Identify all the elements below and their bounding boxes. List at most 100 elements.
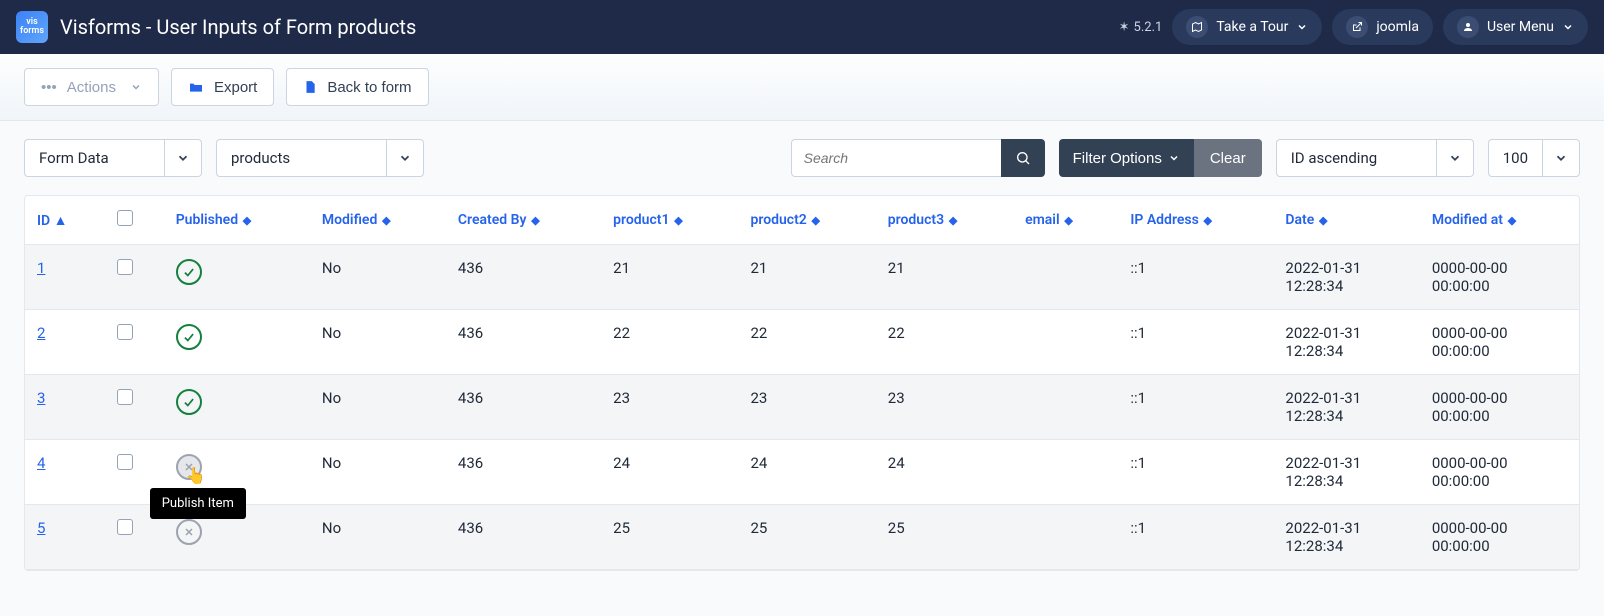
data-table: ID ▲ Published ◆ Modified ◆ Created By ◆… — [24, 195, 1580, 571]
unpublished-icon[interactable] — [176, 519, 202, 545]
cell-date: 2022-01-3112:28:34 — [1273, 375, 1419, 440]
app-logo: vis forms — [16, 11, 48, 43]
sort-select[interactable]: ID ascending — [1276, 139, 1474, 177]
chevron-down-icon — [1168, 152, 1180, 164]
published-icon[interactable] — [176, 324, 202, 350]
cell-ip: ::1 — [1118, 440, 1273, 505]
cell-product2: 25 — [738, 505, 875, 570]
cell-modified-at: 0000-00-0000:00:00 — [1420, 310, 1579, 375]
row-id-link[interactable]: 4 — [37, 454, 45, 472]
site-link-button[interactable]: joomla — [1332, 9, 1433, 45]
col-modified-at[interactable]: Modified at ◆ — [1420, 196, 1579, 245]
page-title: Visforms - User Inputs of Form products — [60, 15, 416, 39]
cell-modified-at: 0000-00-0000:00:00 — [1420, 440, 1579, 505]
cell-modified-at: 0000-00-0000:00:00 — [1420, 245, 1579, 310]
cell-created-by: 436 — [446, 375, 601, 440]
back-to-form-button[interactable]: Back to form — [286, 68, 428, 106]
version-label: ✶ 5.2.1 — [1119, 20, 1163, 35]
select-all-checkbox[interactable] — [117, 210, 133, 226]
form-select-label: products — [216, 139, 386, 177]
filter-options-button[interactable]: Filter Options — [1059, 139, 1194, 177]
cell-product1: 23 — [601, 375, 738, 440]
user-menu-button[interactable]: User Menu — [1443, 9, 1588, 45]
col-ip[interactable]: IP Address ◆ — [1118, 196, 1273, 245]
table-row: 1 No 436 21 21 21 ::1 2022-01-3112:28:34… — [25, 245, 1579, 310]
row-checkbox[interactable] — [117, 519, 133, 535]
col-published[interactable]: Published ◆ — [164, 196, 310, 245]
ellipsis-icon: ••• — [41, 79, 57, 96]
filter-bar: Form Data products Filter Options Clear … — [0, 121, 1604, 195]
sort-icon: ◆ — [1316, 214, 1327, 227]
sort-asc-icon: ▲ — [54, 213, 68, 229]
col-date[interactable]: Date ◆ — [1273, 196, 1419, 245]
cell-date: 2022-01-3112:28:34 — [1273, 245, 1419, 310]
chevron-down-icon[interactable] — [1436, 139, 1474, 177]
table-row: 3 No 436 23 23 23 ::1 2022-01-3112:28:34… — [25, 375, 1579, 440]
file-icon — [303, 79, 317, 95]
cell-modified: No — [310, 310, 446, 375]
form-select[interactable]: products — [216, 139, 424, 177]
published-icon[interactable] — [176, 259, 202, 285]
cell-email — [1013, 245, 1118, 310]
user-icon — [1457, 16, 1479, 38]
chevron-down-icon — [1296, 21, 1308, 33]
sort-icon: ◆ — [1505, 214, 1516, 227]
clear-button[interactable]: Clear — [1194, 139, 1262, 177]
col-id[interactable]: ID ▲ — [25, 196, 105, 245]
cell-created-by: 436 — [446, 505, 601, 570]
external-link-icon — [1346, 16, 1368, 38]
limit-select[interactable]: 100 — [1488, 139, 1580, 177]
cell-ip: ::1 — [1118, 375, 1273, 440]
search-group — [791, 139, 1045, 177]
cell-modified: No — [310, 245, 446, 310]
sort-icon: ◆ — [379, 214, 390, 227]
limit-select-label: 100 — [1488, 139, 1542, 177]
table-row: 2 No 436 22 22 22 ::1 2022-01-3112:28:34… — [25, 310, 1579, 375]
search-button[interactable] — [1001, 139, 1045, 177]
actions-button[interactable]: ••• Actions — [24, 68, 159, 106]
cell-product2: 23 — [738, 375, 875, 440]
cell-product1: 22 — [601, 310, 738, 375]
row-id-link[interactable]: 3 — [37, 389, 45, 407]
cell-product3: 23 — [876, 375, 1013, 440]
cell-date: 2022-01-3112:28:34 — [1273, 505, 1419, 570]
cell-email — [1013, 375, 1118, 440]
view-select[interactable]: Form Data — [24, 139, 202, 177]
cell-product3: 22 — [876, 310, 1013, 375]
row-id-link[interactable]: 2 — [37, 324, 45, 342]
chevron-down-icon[interactable] — [1542, 139, 1580, 177]
cell-modified: No — [310, 375, 446, 440]
cell-ip: ::1 — [1118, 310, 1273, 375]
sort-icon: ◆ — [1201, 214, 1212, 227]
cell-created-by: 436 — [446, 245, 601, 310]
published-icon[interactable] — [176, 389, 202, 415]
cell-email — [1013, 310, 1118, 375]
cell-modified: No — [310, 505, 446, 570]
col-email[interactable]: email ◆ — [1013, 196, 1118, 245]
sort-icon: ◆ — [672, 214, 683, 227]
chevron-down-icon[interactable] — [386, 139, 424, 177]
chevron-down-icon[interactable] — [164, 139, 202, 177]
cell-modified-at: 0000-00-0000:00:00 — [1420, 375, 1579, 440]
row-id-link[interactable]: 1 — [37, 259, 45, 277]
row-checkbox[interactable] — [117, 324, 133, 340]
topbar: vis forms Visforms - User Inputs of Form… — [0, 0, 1604, 54]
col-product2[interactable]: product2 ◆ — [738, 196, 875, 245]
table-row: 4 👆Publish Item No 436 24 24 24 ::1 2022… — [25, 440, 1579, 505]
col-created-by[interactable]: Created By ◆ — [446, 196, 601, 245]
col-modified[interactable]: Modified ◆ — [310, 196, 446, 245]
row-id-link[interactable]: 5 — [37, 519, 45, 537]
cell-product1: 24 — [601, 440, 738, 505]
row-checkbox[interactable] — [117, 259, 133, 275]
export-button[interactable]: Export — [171, 68, 274, 106]
unpublished-icon[interactable]: 👆Publish Item — [176, 454, 202, 480]
row-checkbox[interactable] — [117, 389, 133, 405]
col-product1[interactable]: product1 ◆ — [601, 196, 738, 245]
search-icon — [1015, 150, 1031, 166]
row-checkbox[interactable] — [117, 454, 133, 470]
col-product3[interactable]: product3 ◆ — [876, 196, 1013, 245]
take-tour-button[interactable]: Take a Tour — [1172, 9, 1322, 45]
folder-open-icon — [188, 79, 204, 95]
search-input[interactable] — [791, 139, 1001, 177]
table-row: 5 No 436 25 25 25 ::1 2022-01-3112:28:34… — [25, 505, 1579, 570]
